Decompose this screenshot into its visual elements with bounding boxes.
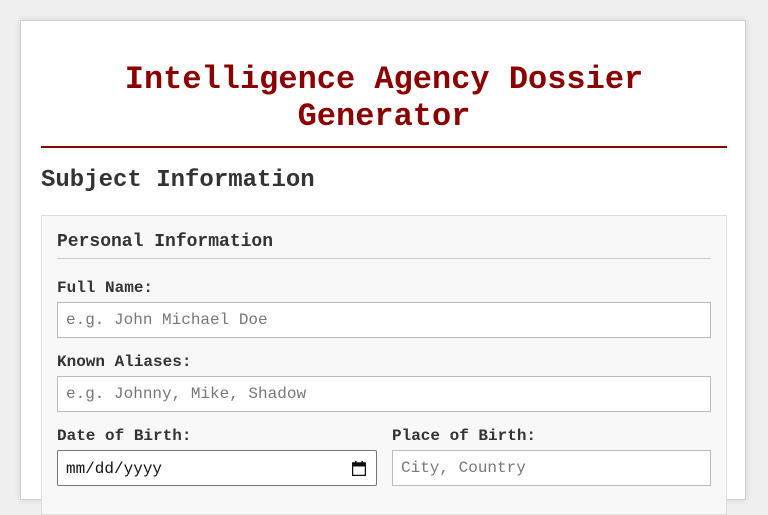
section-title: Subject Information (41, 167, 315, 194)
calendar-icon[interactable] (352, 461, 366, 476)
known-aliases-label: Known Aliases: (57, 353, 192, 371)
known-aliases-input[interactable] (57, 376, 711, 412)
full-name-label: Full Name: (57, 279, 154, 297)
date-of-birth-placeholder: mm/dd/yyyy (66, 460, 163, 478)
date-of-birth-label: Date of Birth: (57, 427, 192, 445)
title-divider (41, 146, 727, 148)
personal-information-fieldset: Personal Information Full Name: Known Al… (41, 215, 727, 515)
page-title: Intelligence Agency Dossier Generator (124, 61, 644, 135)
place-of-birth-input[interactable] (392, 450, 711, 486)
full-name-input[interactable] (57, 302, 711, 338)
fieldset-title: Personal Information (57, 232, 274, 252)
dossier-form-page: Intelligence Agency Dossier Generator Su… (20, 20, 746, 515)
fieldset-divider (57, 258, 711, 259)
date-of-birth-input[interactable]: mm/dd/yyyy (57, 450, 377, 486)
place-of-birth-label: Place of Birth: (392, 427, 537, 445)
